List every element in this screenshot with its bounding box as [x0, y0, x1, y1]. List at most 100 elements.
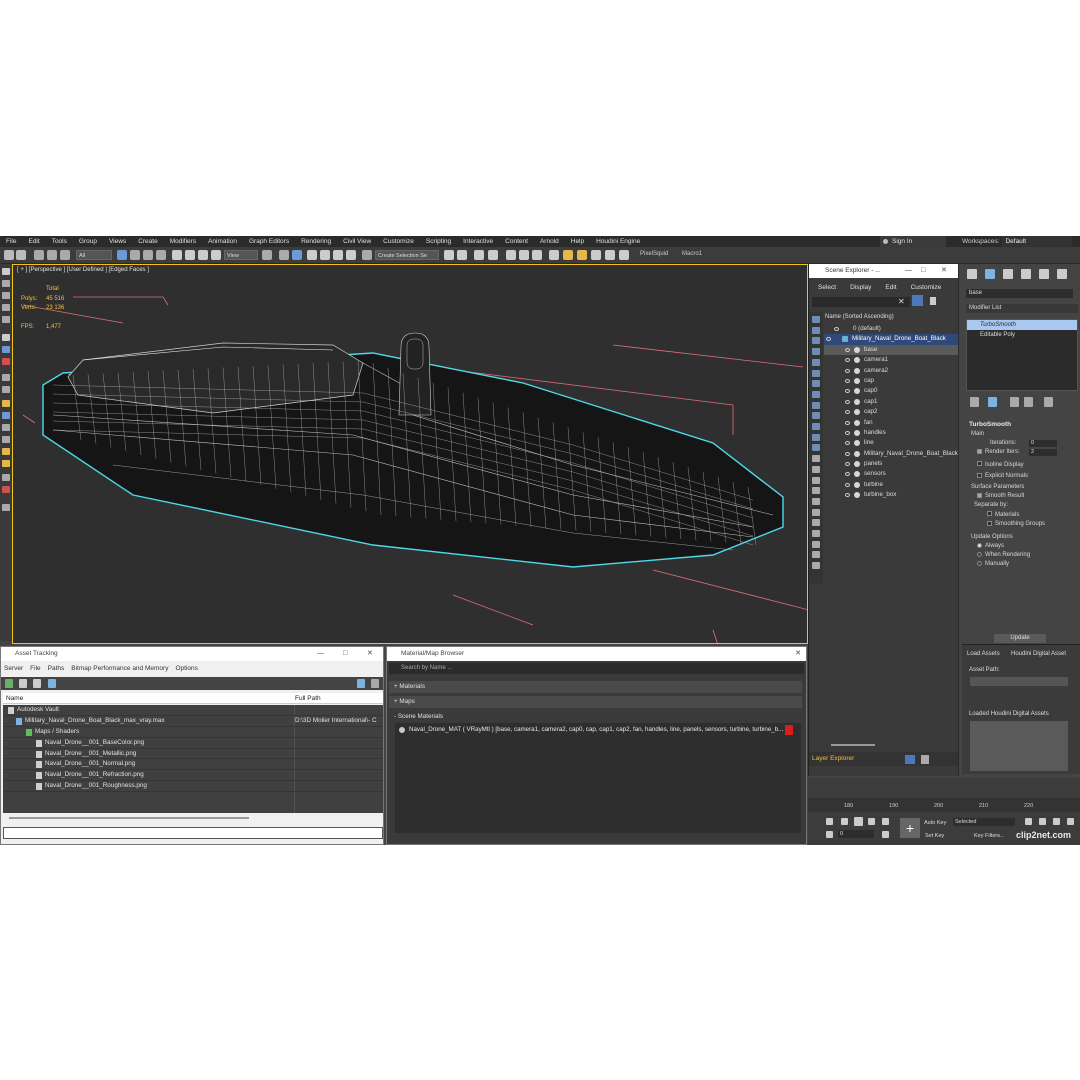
display-filter-icon[interactable]	[812, 519, 820, 527]
asset-tracking-scrollbar[interactable]	[9, 817, 249, 819]
display-filter-icon[interactable]	[812, 540, 820, 548]
subdivision-icon[interactable]	[2, 386, 10, 393]
tree-item[interactable]: cap1	[824, 397, 958, 407]
name-column-header[interactable]: Name	[6, 693, 23, 704]
visibility-eye-icon[interactable]	[845, 389, 850, 394]
render-iters-spinner[interactable]: 2	[1029, 449, 1057, 457]
material-item[interactable]: Naval_Drone_MAT ( VRayMtl ) [base, camer…	[397, 725, 799, 735]
menu-customize[interactable]: Customize	[377, 238, 420, 245]
display-filter-icon[interactable]	[812, 380, 820, 388]
percent-snap-icon[interactable]	[333, 250, 343, 260]
time-ruler[interactable]: 180 190 200 210 220	[808, 798, 1080, 812]
at-maximize-icon[interactable]: □	[343, 647, 347, 661]
menu-arnold[interactable]: Arnold	[534, 238, 565, 245]
scene-materials-section[interactable]: - Scene Materials	[389, 711, 802, 723]
named-selection-set-dropdown[interactable]: Create Selection Se	[375, 250, 439, 260]
at-menu-bitmap-performance-and-memory[interactable]: Bitmap Performance and Memory	[68, 664, 172, 674]
display-filter-icon[interactable]	[812, 562, 820, 570]
edit-icon[interactable]	[2, 346, 10, 353]
visibility-eye-icon[interactable]	[834, 327, 839, 331]
show-end-result-icon[interactable]	[988, 397, 997, 407]
populate-icon[interactable]	[2, 304, 10, 311]
visibility-eye-icon[interactable]	[845, 399, 850, 404]
houdini-digital-asset-tab[interactable]: Houdini Digital Asset	[1011, 651, 1066, 657]
table-row[interactable]: Autodesk Vault	[3, 705, 383, 716]
display-filter-icon[interactable]	[812, 369, 820, 377]
menu-modifiers[interactable]: Modifiers	[164, 238, 202, 245]
maximize-icon[interactable]: □	[921, 264, 925, 278]
table-row[interactable]: Naval_Drone__001_BaseColor.png	[3, 738, 383, 749]
remove-modifier-icon[interactable]	[1024, 397, 1033, 407]
unlink-icon[interactable]	[47, 250, 57, 260]
asset-path-input[interactable]	[970, 677, 1068, 686]
visibility-eye-icon[interactable]	[845, 482, 850, 487]
display-filter-icon[interactable]	[812, 337, 820, 345]
display-filter-icon[interactable]	[812, 455, 820, 463]
scale-icon[interactable]	[198, 250, 208, 260]
help-icon[interactable]	[357, 679, 365, 688]
create-icon[interactable]	[2, 268, 10, 275]
modifier-list-dropdown[interactable]: Modifier List	[966, 304, 1078, 313]
redo-icon[interactable]	[16, 250, 26, 260]
menu-help[interactable]: Help	[565, 238, 590, 245]
select-manipulate-icon[interactable]	[279, 250, 289, 260]
display-filter-icon[interactable]	[812, 390, 820, 398]
tree-item[interactable]: camera2	[824, 366, 958, 376]
link-icon[interactable]	[34, 250, 44, 260]
at-minimize-icon[interactable]: —	[317, 647, 324, 661]
table-row[interactable]: Naval_Drone__001_Normal.png	[3, 759, 383, 771]
pixelsquid-button[interactable]: PixelSquid	[640, 251, 668, 257]
se-menu-customize[interactable]: Customize	[902, 282, 947, 293]
menu-scripting[interactable]: Scripting	[420, 238, 457, 245]
loaded-assets-list[interactable]	[970, 721, 1068, 771]
visibility-eye-icon[interactable]	[845, 430, 850, 435]
tree-item[interactable]: cap2	[824, 407, 958, 417]
display-filter-icon[interactable]	[812, 476, 820, 484]
visibility-eye-icon[interactable]	[845, 472, 850, 477]
menu-civil-view[interactable]: Civil View	[337, 238, 377, 245]
scene-explorer-column-header[interactable]: Name (Sorted Ascending)	[824, 312, 958, 323]
visibility-eye-icon[interactable]	[845, 410, 850, 415]
configure-modifier-sets-icon[interactable]	[1044, 397, 1053, 407]
selection-filter-dropdown[interactable]: All	[76, 250, 112, 260]
select-by-name-icon[interactable]	[130, 250, 140, 260]
display-filter-icon[interactable]	[812, 326, 820, 334]
scene-explorer-scrollbar[interactable]	[831, 744, 875, 746]
expand-strip-icon[interactable]	[2, 504, 10, 511]
key-filters-button[interactable]: Key Filters...	[974, 833, 1005, 839]
a360-gallery-icon[interactable]	[605, 250, 615, 260]
display-tab-icon[interactable]	[1039, 269, 1049, 279]
light-icon[interactable]	[2, 400, 10, 407]
menu-houdini-engine[interactable]: Houdini Engine	[590, 238, 646, 245]
table-row[interactable]: Naval_Drone__001_Metallic.png	[3, 749, 383, 760]
create-tab-icon[interactable]	[967, 269, 977, 279]
menu-file[interactable]: File	[0, 238, 22, 245]
tree-item[interactable]: turbine	[824, 480, 958, 490]
utilities-tab-icon[interactable]	[1057, 269, 1067, 279]
rendered-frame-window-icon[interactable]	[563, 250, 573, 260]
table-row[interactable]: Naval_Drone__001_Refraction.png	[3, 770, 383, 782]
display-filter-icon[interactable]	[812, 348, 820, 356]
iterations-spinner[interactable]: 0	[1029, 440, 1057, 448]
se-menu-select[interactable]: Select	[809, 282, 841, 293]
time-config-icon[interactable]	[882, 831, 889, 838]
maximize-viewport-icon[interactable]	[1067, 818, 1074, 825]
at-menu-options[interactable]: Options	[172, 664, 201, 674]
toggle-scene-explorer-icon[interactable]	[474, 250, 484, 260]
schematic-view-icon[interactable]	[519, 250, 529, 260]
unlink-strip-icon[interactable]	[2, 474, 10, 481]
close-icon[interactable]: ✕	[941, 264, 947, 278]
material-editor-icon[interactable]	[532, 250, 542, 260]
material-search-input[interactable]: Search by Name ...	[389, 663, 804, 674]
always-radio[interactable]: Always	[966, 542, 1074, 551]
tree-item[interactable]: base	[824, 344, 958, 356]
smooth-result-checkbox[interactable]: Smooth Result	[966, 492, 1074, 501]
display-filter-icon[interactable]	[812, 530, 820, 537]
workspace-selector[interactable]: Workspaces: Default	[962, 236, 1073, 247]
curve-editor-icon[interactable]	[506, 250, 516, 260]
tree-item[interactable]: cap	[824, 376, 958, 386]
play-icon[interactable]	[854, 817, 863, 826]
at-menu-paths[interactable]: Paths	[45, 664, 69, 674]
se-menu-edit[interactable]: Edit	[876, 282, 901, 293]
render-icon[interactable]	[619, 250, 629, 260]
